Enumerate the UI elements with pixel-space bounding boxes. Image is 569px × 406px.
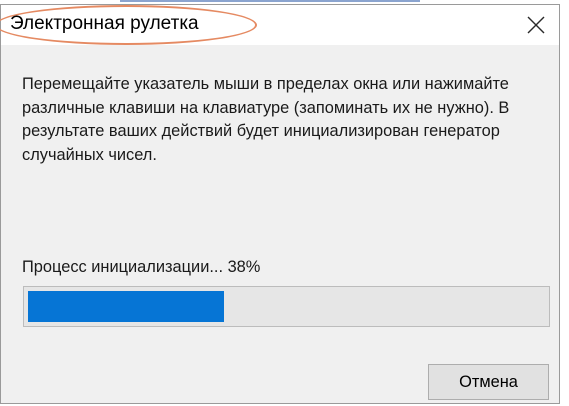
screenshot-stage: Электронная рулетка Перемещайте указател…: [0, 0, 569, 406]
instruction-text: Перемещайте указатель мыши в пределах ок…: [22, 75, 510, 164]
title-bar[interactable]: Электронная рулетка: [0, 5, 559, 45]
dialog-title: Электронная рулетка: [10, 13, 199, 34]
progress-bar: [23, 286, 550, 327]
progress-bar-fill: [28, 291, 224, 322]
progress-label: Процесс инициализации... 38%: [22, 258, 261, 276]
close-icon[interactable]: [525, 14, 547, 36]
cancel-button[interactable]: Отмена: [428, 364, 549, 400]
dialog-window: Электронная рулетка Перемещайте указател…: [0, 4, 560, 404]
